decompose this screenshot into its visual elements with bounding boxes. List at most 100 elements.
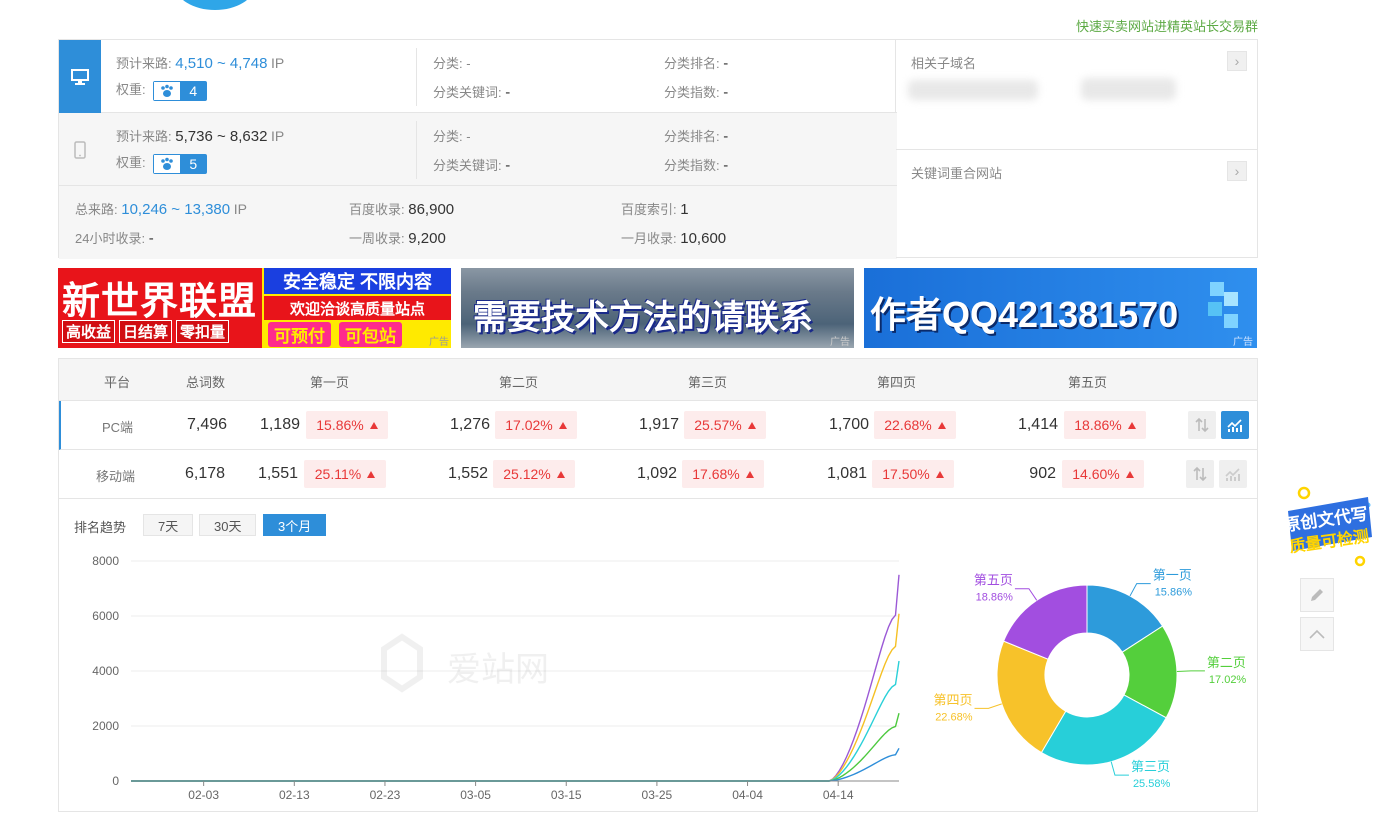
x-tick-label: 03-25 <box>642 788 673 802</box>
tab-3months[interactable]: 3个月 <box>263 514 327 536</box>
ad1-tag: 高收益 <box>62 320 116 343</box>
pc-cat-kw-label: 分类关键词: <box>433 85 502 100</box>
rank-header: 平台 总词数 第一页 第二页 第三页 第四页 第五页 <box>59 359 1257 401</box>
tab-7days[interactable]: 7天 <box>143 514 194 536</box>
series-line <box>131 713 900 782</box>
pc-device-tab[interactable] <box>59 40 101 113</box>
page-count[interactable]: 1,551 <box>256 465 298 483</box>
pc-weight-value: 4 <box>180 81 207 100</box>
mobile-weight-badge[interactable]: 5 <box>153 153 208 174</box>
trend-chart-button[interactable] <box>1219 460 1247 488</box>
mobile-icon <box>74 140 86 159</box>
baidu-inc[interactable]: 86,900 <box>408 201 454 218</box>
pct-pill: 15.86% <box>306 411 388 439</box>
page-count[interactable]: 1,092 <box>631 465 677 483</box>
week-label: 一周收录: <box>349 231 405 246</box>
line-chart-icon <box>1225 468 1240 481</box>
blurred-subdomain <box>908 80 1038 100</box>
pie-leader-line <box>1176 670 1205 672</box>
ad-tag: 广告 <box>1233 337 1253 348</box>
rank-trend-line-chart[interactable]: 爱站网 0 2000 4000 6000 8000 02-03 02-13 02-23 03-0… <box>59 549 919 813</box>
total-traffic: 10,246 ~ 13,380 <box>121 201 231 218</box>
pie-leader-line <box>1110 761 1129 776</box>
pct-pill: 17.50% <box>872 460 954 488</box>
paw-icon <box>154 81 181 100</box>
mobile-device-tab[interactable] <box>59 113 101 186</box>
related-panel: 相关子域名 › 关键词重合网站 › <box>896 39 1258 258</box>
sort-button[interactable] <box>1188 411 1216 439</box>
pct-value: 22.68% <box>884 417 932 433</box>
rank-panel: 平台 总词数 第一页 第二页 第三页 第四页 第五页 PC端 7,496 1,1… <box>58 358 1258 812</box>
ad1-line2: 欢迎洽谈高质量站点 <box>264 296 451 320</box>
up-arrow-icon <box>747 421 756 429</box>
trend-label: 排名趋势 <box>74 520 127 535</box>
pct-pill: 25.57% <box>684 411 766 439</box>
paw-icon <box>154 154 181 173</box>
mobile-category-label: 分类: <box>433 129 463 144</box>
page-count[interactable]: 902 <box>1010 465 1056 483</box>
pct-pill: 22.68% <box>874 411 956 439</box>
ad-banner-3[interactable]: 作者QQ421381570 广告 <box>864 268 1257 348</box>
up-arrow-icon <box>369 421 378 429</box>
mobile-traffic-label: 预计来路: <box>116 129 172 144</box>
sort-icon <box>1193 466 1207 482</box>
pc-traffic-label: 预计来路: <box>116 56 172 71</box>
up-arrow-icon <box>935 470 944 478</box>
page-count[interactable]: 1,414 <box>1012 416 1058 434</box>
promo-widget[interactable]: 原创文代写 质量可检测 <box>1282 485 1375 570</box>
h24-value: - <box>148 230 154 247</box>
up-arrow-icon <box>367 470 376 478</box>
subdomain-expand-button[interactable]: › <box>1227 51 1247 71</box>
pie-percent: 25.58% <box>1133 778 1171 790</box>
rank-distribution-pie-chart[interactable]: 第一页 15.86% 第二页 17.02% 第三页 25.58% 第四页 22.68% 第五页 1… <box>917 549 1257 813</box>
back-to-top-button[interactable] <box>1300 617 1334 651</box>
pie-label: 第五页 <box>974 573 1013 588</box>
page-count[interactable]: 1,189 <box>258 416 300 434</box>
pie-label: 第四页 <box>933 692 972 707</box>
ad2-text: 需要技术方法的请联系 <box>473 299 813 337</box>
trend-chart-button[interactable] <box>1221 411 1249 439</box>
pie-percent: 22.68% <box>935 711 973 723</box>
up-arrow-icon <box>1127 421 1136 429</box>
h24-label: 24小时收录: <box>75 231 146 246</box>
baidu-idx-label: 百度索引: <box>621 202 677 217</box>
ad1-tag: 零扣量 <box>176 320 230 343</box>
pct-pill: 17.68% <box>682 460 764 488</box>
page-count[interactable]: 1,917 <box>633 416 679 434</box>
ad-banner-1[interactable]: 新世界联盟 高收益 日结算 零扣量 安全稳定 不限内容 欢迎洽谈高质量站点 可预… <box>58 268 451 348</box>
tab-30days[interactable]: 30天 <box>199 514 257 536</box>
pct-value: 14.60% <box>1072 466 1120 482</box>
pc-category: - <box>466 56 471 71</box>
x-tick-label: 02-13 <box>279 788 310 802</box>
y-tick-label: 6000 <box>92 609 119 623</box>
promo-badge: 原创文代写 质量可检测 <box>1282 486 1372 567</box>
trade-group-link[interactable]: 快速买卖网站进精英站长交易群 <box>1076 16 1258 35</box>
month-label: 一月收录: <box>621 231 677 246</box>
y-tick-label: 8000 <box>92 554 119 568</box>
pc-weight-badge[interactable]: 4 <box>153 80 208 101</box>
edit-button[interactable] <box>1300 578 1334 612</box>
total-row: 总来路: 10,246 ~ 13,380 IP 24小时收录: - 百度收录: … <box>59 186 897 259</box>
ad3-text: 作者QQ421381570 <box>870 294 1179 335</box>
page-count[interactable]: 1,276 <box>444 416 490 434</box>
ad-tag: 广告 <box>429 337 449 348</box>
pencil-icon <box>1311 589 1323 601</box>
mobile-cat-index: - <box>723 157 729 174</box>
mobile-cat-kw-label: 分类关键词: <box>433 158 502 173</box>
sort-button[interactable] <box>1186 460 1214 488</box>
page-count[interactable]: 1,081 <box>821 465 867 483</box>
mobile-cat-index-label: 分类指数: <box>664 158 720 173</box>
mobile-cat-rank-label: 分类排名: <box>664 129 720 144</box>
keyword-sites-expand-button[interactable]: › <box>1227 161 1247 181</box>
pc-traffic: 4,510 ~ 4,748 <box>175 55 268 72</box>
page-count[interactable]: 1,552 <box>442 465 488 483</box>
page-count[interactable]: 1,700 <box>823 416 869 434</box>
pct-value: 25.12% <box>503 466 551 482</box>
pie-leader-line <box>974 703 1002 709</box>
ad-banner-2[interactable]: 需要技术方法的请联系 广告 <box>461 268 854 348</box>
header-total: 总词数 <box>186 375 226 390</box>
ip-unit: IP <box>271 55 285 71</box>
pct-value: 15.86% <box>316 417 364 433</box>
pie-percent: 18.86% <box>976 592 1014 604</box>
pc-category-label: 分类: <box>433 56 463 71</box>
